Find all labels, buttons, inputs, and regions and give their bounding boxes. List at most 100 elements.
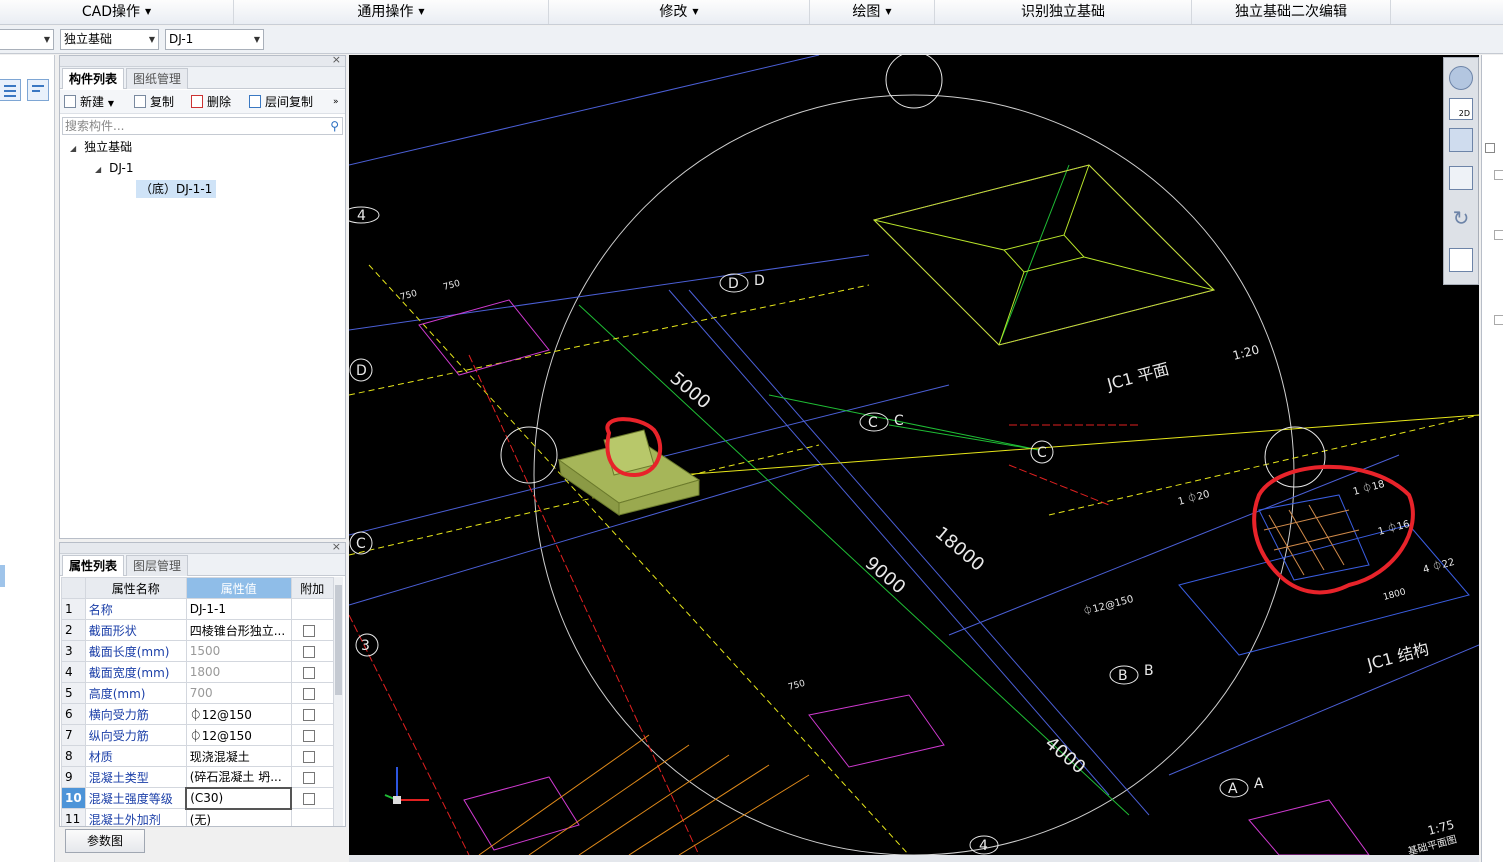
checkbox-icon[interactable] <box>1494 315 1503 325</box>
bottom-status-strip <box>349 855 1479 862</box>
delete-button[interactable]: 删除 <box>191 93 231 111</box>
property-row[interactable]: 5 高度(mm) 700 <box>61 682 334 704</box>
more-icon[interactable]: » <box>333 93 339 111</box>
view-cube-front-icon[interactable] <box>1449 128 1473 152</box>
extra-checkbox[interactable] <box>302 687 315 700</box>
menu-cad-ops[interactable]: CAD操作 ▼ <box>0 0 234 24</box>
copy-button[interactable]: 复制 <box>134 93 174 111</box>
tree-node-dj1-1[interactable]: （底）DJ-1-1 <box>136 180 217 198</box>
rebar-12-150: ⏀12@150 <box>1081 592 1134 618</box>
component-combo[interactable]: DJ-1 ▼ <box>165 29 264 50</box>
name-header: 属性名称 <box>84 577 187 599</box>
property-value[interactable]: 1800 <box>185 661 292 683</box>
property-row[interactable]: 11 混凝土外加剂 (无) <box>61 808 334 826</box>
tree-node-dj1[interactable]: ◢ DJ-1 <box>95 159 133 177</box>
extra-checkbox[interactable] <box>302 645 315 658</box>
axis-label-4: 4 <box>357 208 366 224</box>
property-value[interactable]: 1500 <box>185 640 292 662</box>
row-number: 3 <box>61 640 86 662</box>
row-number: 9 <box>61 766 86 788</box>
view-cube-iso-icon[interactable] <box>1449 166 1473 190</box>
extra-checkbox[interactable] <box>302 708 315 721</box>
search-icon[interactable]: ⚲ <box>330 118 339 134</box>
property-value[interactable]: 现浇混凝土 <box>185 745 292 767</box>
extra-checkbox[interactable] <box>302 771 315 784</box>
extra-checkbox[interactable] <box>303 792 316 805</box>
property-row[interactable]: 1 名称 DJ-1-1 <box>61 598 334 620</box>
close-icon[interactable]: × <box>332 53 341 66</box>
floor-copy-button[interactable]: 层间复制 <box>249 93 313 111</box>
tab-drawing-manage[interactable]: 图纸管理 <box>126 68 189 89</box>
extra-cell <box>290 766 334 788</box>
component-tabs: 构件列表 图纸管理 <box>60 67 345 89</box>
close-icon[interactable]: × <box>332 543 341 553</box>
expand-icon[interactable]: ◢ <box>95 165 101 174</box>
rotate-icon[interactable]: ↻ <box>1449 206 1473 230</box>
strip-selection-marker <box>0 565 5 587</box>
tab-property-list[interactable]: 属性列表 <box>62 555 125 576</box>
property-value[interactable]: ⏀12@150 <box>185 724 292 746</box>
extra-checkbox[interactable] <box>302 750 315 763</box>
scrollbar-thumb[interactable] <box>335 585 342 695</box>
drawing-titles: JC1 平面 1:20 JC1 结构 1:75 基础平面图 <box>1104 342 1458 855</box>
jc1-plan-inner <box>873 164 1215 346</box>
row-number: 2 <box>61 619 86 641</box>
copy-icon <box>134 95 146 108</box>
new-button[interactable]: 新建 ▼ <box>64 93 114 111</box>
property-value[interactable]: (碎石混凝土 坍... <box>185 766 292 788</box>
rebar-1-18: 1 ⏀18 <box>1351 477 1386 498</box>
checkbox-icon[interactable] <box>1494 170 1503 180</box>
title-scale-1-20: 1:20 <box>1231 342 1261 362</box>
property-row-selected[interactable]: 10 混凝土强度等级 (C30) <box>61 786 334 810</box>
expand-box-icon[interactable] <box>1485 143 1495 153</box>
extra-cell <box>290 724 334 746</box>
tree-node-root[interactable]: ◢ 独立基础 <box>70 138 132 156</box>
property-name: 混凝土类型 <box>84 766 187 788</box>
floor-combo[interactable]: ▼ <box>0 29 54 50</box>
selector-toolbar: ▼ 独立基础 ▼ DJ-1 ▼ <box>0 26 1503 54</box>
property-scrollbar[interactable] <box>333 577 343 826</box>
extra-checkbox[interactable] <box>302 729 315 742</box>
component-list-panel: × 构件列表 图纸管理 新建 ▼ 复制 删除 层间复制 » 搜索构件... ⚲ ◢… <box>59 53 346 539</box>
property-row[interactable]: 7 纵向受力筋 ⏀12@150 <box>61 724 334 746</box>
foundation-3d-model[interactable] <box>557 429 701 516</box>
expand-icon[interactable]: ◢ <box>70 144 76 153</box>
tab-component-list[interactable]: 构件列表 <box>62 68 125 89</box>
tab-layer-manage[interactable]: 图层管理 <box>126 555 189 576</box>
menu-identify-foundation[interactable]: 识别独立基础 <box>935 0 1192 24</box>
extra-cell <box>290 661 334 683</box>
extra-checkbox[interactable] <box>302 666 315 679</box>
property-value[interactable]: (C30) <box>185 786 293 810</box>
property-value[interactable]: 四棱锥台形独立... <box>185 619 292 641</box>
property-row[interactable]: 6 横向受力筋 ⏀12@150 <box>61 703 334 725</box>
menu-foundation-edit[interactable]: 独立基础二次编辑 <box>1192 0 1391 24</box>
view-2d-label: 2D <box>1458 109 1470 118</box>
property-row[interactable]: 4 截面宽度(mm) 1800 <box>61 661 334 683</box>
extra-checkbox[interactable] <box>302 624 315 637</box>
layout-icon[interactable] <box>1449 248 1473 272</box>
property-row[interactable]: 9 混凝土类型 (碎石混凝土 坍... <box>61 766 334 788</box>
menu-general-ops[interactable]: 通用操作 ▼ <box>234 0 549 24</box>
cad-viewport[interactable]: D D C C C B B A A D C 3 4 4 5000 18000 9… <box>349 55 1479 855</box>
dim-750b: 750 <box>442 279 461 293</box>
red-dashed-lines <box>349 354 1139 855</box>
row-number-header <box>61 577 86 599</box>
checkbox-icon[interactable] <box>1494 230 1503 240</box>
orbit-icon[interactable] <box>1449 66 1473 90</box>
property-row[interactable]: 3 截面长度(mm) 1500 <box>61 640 334 662</box>
menu-modify[interactable]: 修改 ▼ <box>549 0 810 24</box>
view-2d-icon[interactable]: 2D <box>1449 98 1473 120</box>
property-value[interactable]: 700 <box>185 682 292 704</box>
property-row[interactable]: 2 截面形状 四棱锥台形独立... <box>61 619 334 641</box>
menu-draw[interactable]: 绘图 ▼ <box>810 0 935 24</box>
list-view-icon[interactable] <box>0 79 21 101</box>
parameter-diagram-button[interactable]: 参数图 <box>65 829 145 853</box>
category-combo[interactable]: 独立基础 ▼ <box>60 29 159 50</box>
property-value[interactable]: (无) <box>185 808 292 826</box>
property-row[interactable]: 8 材质 现浇混凝土 <box>61 745 334 767</box>
component-search-input[interactable]: 搜索构件... ⚲ <box>62 117 343 135</box>
row-number: 4 <box>61 661 86 683</box>
property-value[interactable]: ⏀12@150 <box>185 703 292 725</box>
tile-view-icon[interactable] <box>27 79 49 101</box>
property-value[interactable]: DJ-1-1 <box>185 598 292 620</box>
